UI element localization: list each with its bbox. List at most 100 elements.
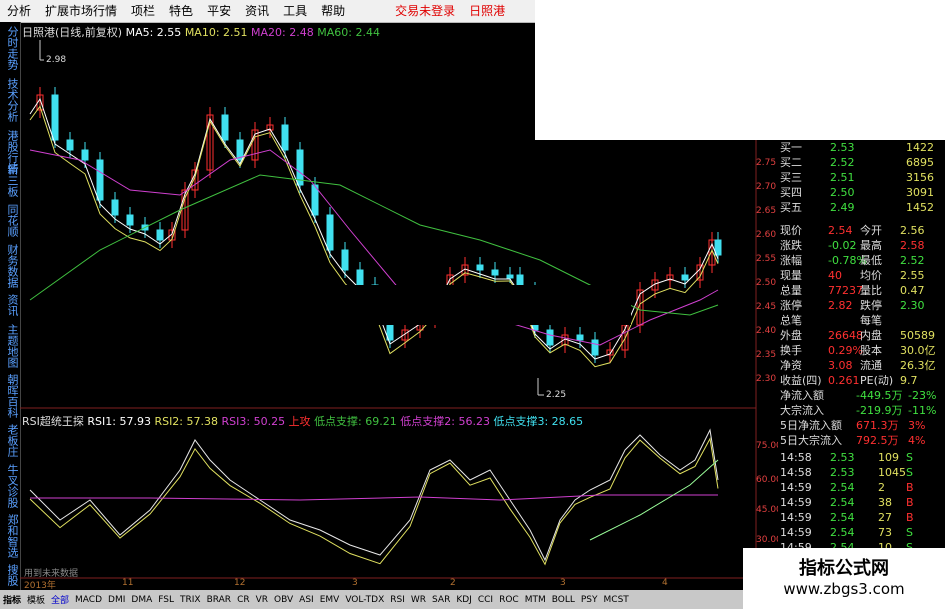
book-label: 买一 <box>780 141 802 154</box>
book-label: 买五 <box>780 201 802 214</box>
flow-label: 大宗流入 <box>780 404 824 417</box>
stat-row: 涨停 2.82 跌停 2.30 <box>778 298 945 313</box>
indicator-tab[interactable]: RSI <box>387 595 408 605</box>
indicator-tab[interactable]: BRAR <box>204 595 234 605</box>
stat-value: 2.55 <box>900 269 925 282</box>
rsi3-line <box>30 494 718 501</box>
indicator-tab[interactable]: KDJ <box>453 595 475 605</box>
flow-pct: 4% <box>908 434 926 447</box>
book-label: 买二 <box>780 156 802 169</box>
tick-volume: 1045 <box>878 466 906 479</box>
flow-value: -219.9万 <box>856 404 903 417</box>
book-volume: 6895 <box>906 156 934 169</box>
tick-volume: 38 <box>878 496 892 509</box>
stat-label: 净资 <box>780 359 802 372</box>
flow-row: 净流入额 -449.5万 -23% <box>778 388 945 403</box>
date-axis: 2013年 11 12 3 2 3 4 <box>22 578 757 591</box>
stat-row: 涨跌 -0.02 最高 2.58 <box>778 238 945 253</box>
stat-label: 今开 <box>860 224 882 237</box>
tick-volume: 109 <box>878 451 899 464</box>
stat-value: 9.7 <box>900 374 918 387</box>
y-tick: 2.60 <box>756 230 777 240</box>
stat-row: 净资 3.08 流通 26.3亿 <box>778 358 945 373</box>
y-tick: 2.40 <box>756 326 777 336</box>
indicator-tab[interactable]: EMV <box>317 595 343 605</box>
tick-volume: 2 <box>878 481 885 494</box>
flow-label: 5日净流入额 <box>780 419 842 432</box>
ma10-label: MA10: 2.51 <box>184 26 248 39</box>
indicator-tab[interactable]: BOLL <box>549 595 578 605</box>
redaction-bar <box>306 285 631 325</box>
ma60-label: MA60: 2.44 <box>317 26 380 39</box>
chart-title: 日照港(日线,前复权) <box>22 26 123 39</box>
date-label: 3 <box>560 578 566 588</box>
indicator-tab[interactable]: ASI <box>296 595 317 605</box>
stat-value: 2.30 <box>900 299 925 312</box>
quote-panel: 买一 2.53 1422 买二 2.52 6895 买三 2.51 3156 买四 2.50 3091… <box>778 140 945 554</box>
stat-label: 内盘 <box>860 329 882 342</box>
stat-label: 每笔 <box>860 314 882 327</box>
stat-label: 流通 <box>860 359 882 372</box>
stat-value: 30.0亿 <box>900 344 936 357</box>
indicator-tab[interactable]: VOL-TDX <box>342 595 387 605</box>
tick-price: 2.53 <box>830 451 855 464</box>
indicator-tab[interactable]: OBV <box>271 595 296 605</box>
book-price: 2.49 <box>830 201 855 214</box>
stat-row: 总笔 每笔 <box>778 313 945 328</box>
indicator-tab[interactable]: CCI <box>475 595 496 605</box>
stat-value: 2.52 <box>900 254 925 267</box>
flow-value: 792.5万 <box>856 434 899 447</box>
stat-row: 总量 77237 量比 0.47 <box>778 283 945 298</box>
indicator-tab[interactable]: ROC <box>496 595 522 605</box>
book-label: 买四 <box>780 186 802 199</box>
order-book-row: 买二 2.52 6895 <box>778 155 945 170</box>
indicator-tab[interactable]: DMI <box>105 595 128 605</box>
y-tick: 2.50 <box>756 278 777 288</box>
indicator-tab[interactable]: 指标 <box>0 593 24 606</box>
indicator-tab[interactable]: PSY <box>578 595 601 605</box>
stat-value: 2.54 <box>828 224 853 237</box>
rsi3-label: RSI3: 50.25 <box>221 415 286 428</box>
stat-row: 外盘 26648 内盘 50589 <box>778 328 945 343</box>
watermark-title: 指标公式网 <box>799 558 889 579</box>
tick-row: 14:59 2.54 27 B <box>778 510 945 525</box>
book-volume: 1422 <box>906 141 934 154</box>
stat-value: 2.56 <box>900 224 925 237</box>
indicator-tab[interactable]: TRIX <box>177 595 204 605</box>
indicator-tab[interactable]: FSL <box>155 595 177 605</box>
rsi-support-line <box>589 459 719 541</box>
order-book-row: 买三 2.51 3156 <box>778 170 945 185</box>
indicator-tab[interactable]: 模板 <box>24 593 48 606</box>
tick-time: 14:58 <box>780 466 812 479</box>
tick-side: S <box>906 451 913 464</box>
indicator-tab[interactable]: VR <box>253 595 271 605</box>
tick-side: B <box>906 511 914 524</box>
indicator-tab[interactable]: WR <box>408 595 429 605</box>
indicator-tab[interactable]: MTM <box>522 595 549 605</box>
y-tick: 2.30 <box>756 374 777 384</box>
indicator-tab[interactable]: MCST <box>601 595 632 605</box>
tick-row: 14:58 2.53 109 S <box>778 450 945 465</box>
stat-value: 77237 <box>828 284 863 297</box>
flow-pct: -11% <box>908 404 937 417</box>
indicator-tab[interactable]: CR <box>234 595 253 605</box>
rsi2-line <box>29 437 719 566</box>
date-label: 11 <box>122 578 134 588</box>
book-volume: 3091 <box>906 186 934 199</box>
indicator-tab[interactable]: 全部 <box>48 593 72 606</box>
tick-row: 14:59 2.54 73 S <box>778 525 945 540</box>
book-volume: 1452 <box>906 201 934 214</box>
indicator-tab[interactable]: MACD <box>72 595 105 605</box>
date-label: 4 <box>662 578 668 588</box>
y-tick: 2.35 <box>756 350 777 360</box>
indicator-tab[interactable]: DMA <box>128 595 155 605</box>
stat-label: 外盘 <box>780 329 802 342</box>
ma5-label: MA5: 2.55 <box>125 26 182 39</box>
stat-value: 2.58 <box>900 239 925 252</box>
book-label: 买三 <box>780 171 802 184</box>
y-tick: 2.55 <box>756 254 777 264</box>
indicator-tab[interactable]: SAR <box>429 595 453 605</box>
tick-row: 14:59 2.54 2 B <box>778 480 945 495</box>
tick-price: 2.54 <box>830 481 855 494</box>
book-price: 2.50 <box>830 186 855 199</box>
